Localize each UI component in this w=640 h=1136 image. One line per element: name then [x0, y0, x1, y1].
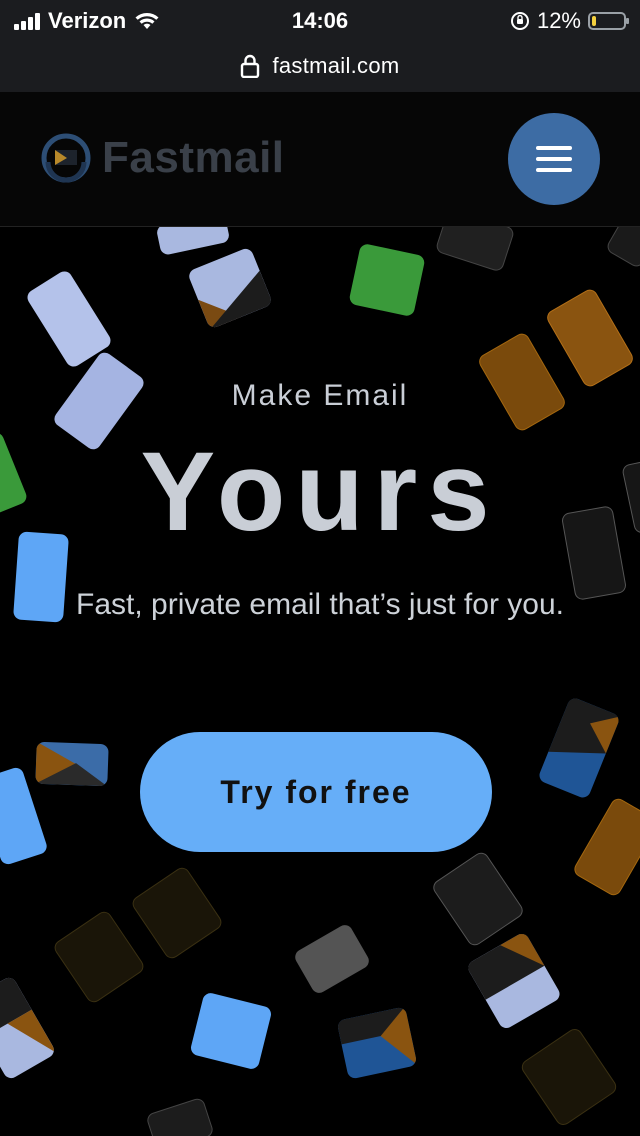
battery-fill [592, 16, 596, 26]
envelope-icon [518, 1025, 620, 1129]
battery-icon [588, 12, 629, 30]
fastmail-logo[interactable]: Fastmail [40, 132, 285, 184]
hamburger-menu-icon [536, 146, 572, 150]
envelope-icon [336, 1006, 418, 1080]
envelope-icon [571, 795, 640, 899]
lock-icon [241, 54, 260, 78]
envelope-icon [434, 227, 516, 273]
address-bar[interactable]: fastmail.com [0, 40, 640, 92]
envelope-icon [537, 696, 621, 800]
envelope-icon [35, 741, 109, 787]
hamburger-menu-icon-line [536, 157, 572, 161]
url-text[interactable]: fastmail.com [272, 53, 399, 79]
envelope-icon [51, 908, 147, 1006]
envelope-icon [348, 242, 426, 318]
envelope-icon [129, 864, 225, 962]
fastmail-logo-icon [41, 133, 91, 183]
hero-section: Make Email Yours Fast, private email tha… [0, 227, 640, 1136]
hamburger-menu-icon-line [536, 168, 572, 172]
envelope-icon [145, 1096, 215, 1136]
try-for-free-button[interactable]: Try for free [140, 732, 492, 852]
logo-text: Fastmail [102, 133, 285, 182]
hero-eyebrow: Make Email [231, 379, 409, 412]
hero-subtitle: Fast, private email that’s just for you. [76, 588, 564, 621]
envelope-icon [544, 286, 636, 390]
envelope-background [0, 227, 640, 1136]
envelope-icon [465, 931, 563, 1031]
menu-button[interactable] [508, 113, 600, 205]
envelope-icon [189, 991, 273, 1071]
envelope-icon [604, 227, 640, 270]
envelope-icon [0, 975, 57, 1081]
status-right: 12% [510, 8, 629, 34]
page: Verizon 14:06 12% fastmail.com Fastmail … [0, 0, 640, 1136]
rotation-lock-icon [510, 12, 529, 30]
battery-percent: 12% [536, 8, 581, 33]
envelope-icon [292, 922, 372, 996]
status-bar: Verizon 14:06 12% [0, 0, 640, 40]
envelope-icon [155, 227, 231, 256]
envelope-icon [430, 849, 526, 949]
hero-headline: Yours [140, 429, 500, 554]
site-header: Fastmail [0, 92, 640, 227]
envelope-icon [186, 246, 274, 330]
